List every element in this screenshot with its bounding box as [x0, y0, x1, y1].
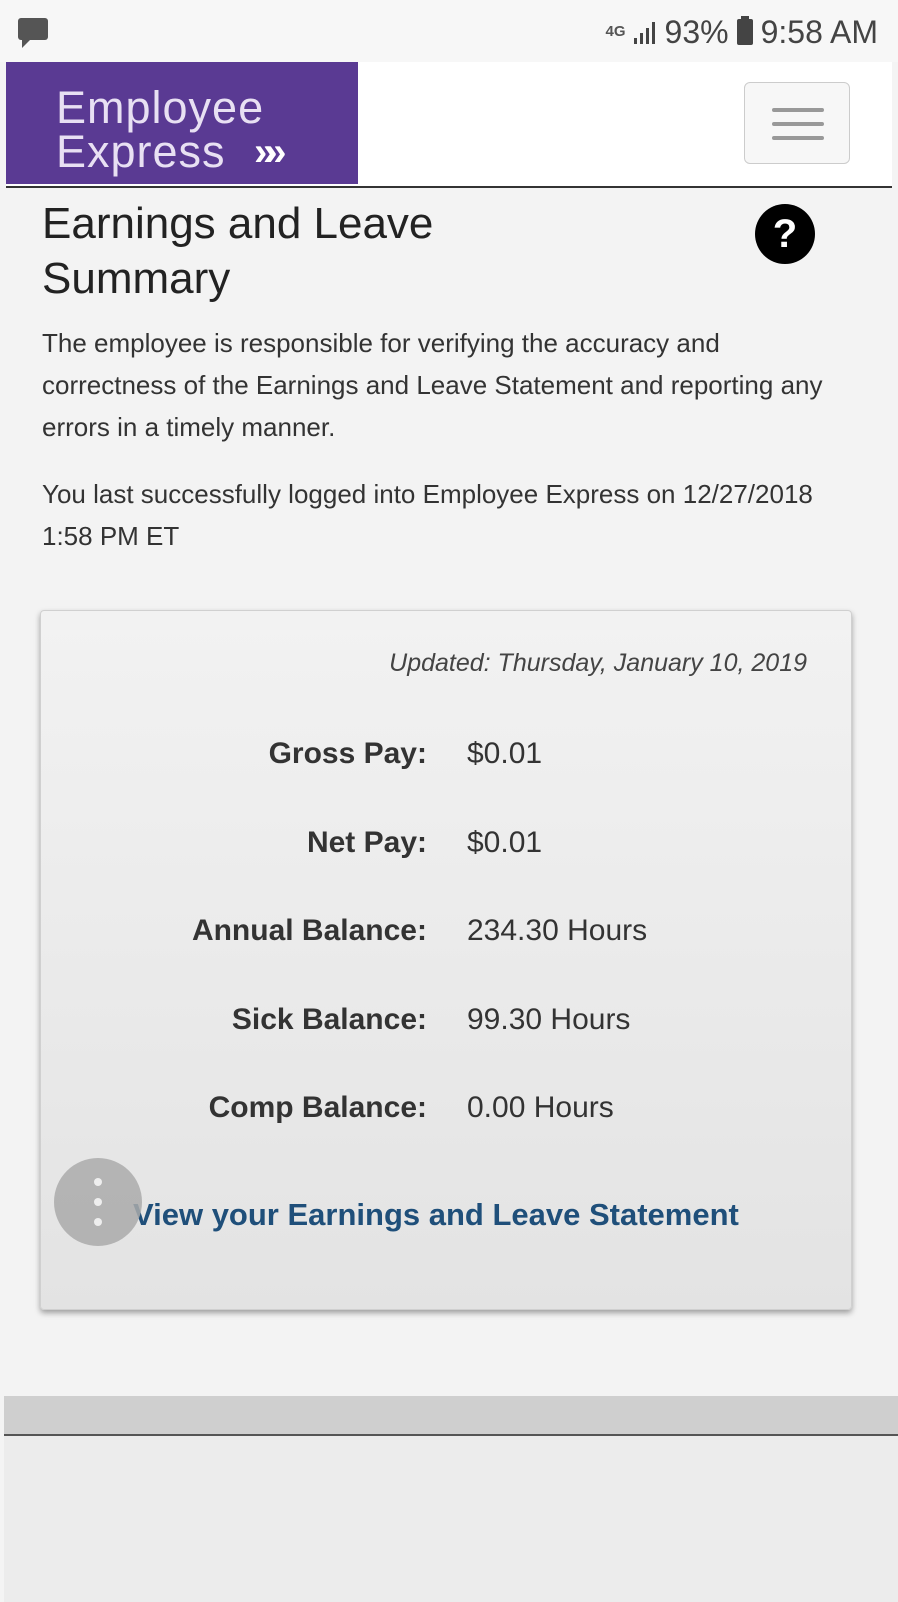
status-bar: 4G 93% 9:58 AM: [0, 0, 898, 62]
more-vert-icon: [94, 1178, 102, 1186]
view-statement-link[interactable]: View your Earnings and Leave Statement: [133, 1197, 739, 1233]
intro-text: The employee is responsible for verifyin…: [42, 328, 823, 442]
net-pay-value: $0.01: [467, 826, 543, 859]
net-pay-label: Net Pay:: [306, 826, 427, 859]
employee-express-logo[interactable]: Employee Express »»: [6, 62, 358, 184]
site-header: Employee Express »»: [6, 62, 892, 188]
sick-balance-value: 99.30 Hours: [467, 1003, 631, 1036]
summary-row-net-pay: Net Pay: $0.01: [41, 826, 853, 866]
signal-strength-icon: [633, 20, 655, 44]
summary-row-gross-pay: Gross Pay: $0.01: [41, 737, 853, 777]
comp-balance-value: 0.00 Hours: [467, 1091, 614, 1124]
hamburger-icon: [772, 108, 824, 112]
summary-row-comp-balance: Comp Balance: 0.00 Hours: [41, 1091, 853, 1131]
logo-chevrons-icon: »»: [254, 130, 286, 174]
logo-text-line2: Express: [56, 126, 226, 177]
annual-balance-label: Annual Balance:: [191, 914, 427, 947]
updated-date: Updated: Thursday, January 10, 2019: [389, 649, 807, 677]
more-options-button[interactable]: [54, 1158, 142, 1246]
comp-balance-label: Comp Balance:: [208, 1091, 427, 1124]
annual-balance-value: 234.30 Hours: [467, 914, 648, 947]
page-footer: [4, 1436, 898, 1602]
footer-divider-bar: [4, 1396, 898, 1436]
last-login-text: You last successfully logged into Employ…: [42, 479, 813, 551]
battery-percent: 93%: [664, 13, 729, 50]
clock-time: 9:58 AM: [760, 13, 878, 50]
hamburger-icon-bar: [772, 136, 824, 140]
hamburger-menu-button[interactable]: [744, 82, 850, 164]
gross-pay-label: Gross Pay:: [268, 737, 427, 770]
sick-balance-label: Sick Balance:: [231, 1003, 427, 1036]
help-icon[interactable]: ?: [755, 204, 815, 264]
more-vert-icon-dot: [94, 1198, 102, 1206]
chat-notification-icon: [18, 18, 48, 48]
hamburger-icon-bar: [772, 122, 824, 126]
gross-pay-value: $0.01: [467, 737, 543, 770]
summary-row-annual-balance: Annual Balance: 234.30 Hours: [41, 914, 853, 954]
network-type-icon: 4G: [605, 23, 626, 40]
summary-row-sick-balance: Sick Balance: 99.30 Hours: [41, 1003, 853, 1043]
battery-icon: [736, 16, 753, 45]
status-bar-right: 4G 93% 9:58 AM: [606, 14, 878, 50]
more-vert-icon-dot: [94, 1218, 102, 1226]
page-title: Earnings and Leave Summary: [42, 199, 434, 303]
summary-card: Updated: Thursday, January 10, 2019 Gros…: [40, 610, 852, 1310]
